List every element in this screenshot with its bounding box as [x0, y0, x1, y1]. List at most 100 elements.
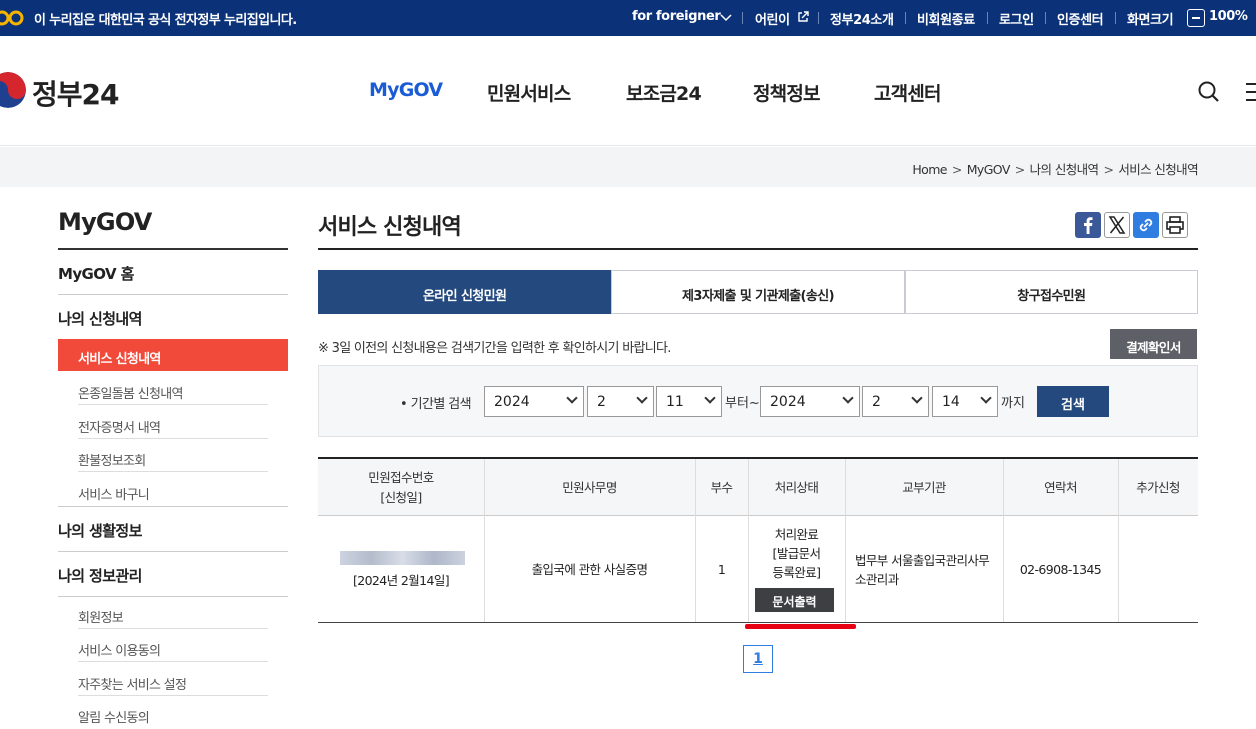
sidebar-item-favorite-services[interactable]: 자주찾는 서비스 설정: [58, 663, 288, 696]
sidebar-item-member-info[interactable]: 회원정보: [58, 596, 288, 629]
sidebar-item-my-info-management[interactable]: 나의 정보관리: [58, 565, 142, 586]
sidebar-item-label: 환불정보조회: [78, 454, 146, 469]
breadcrumb-current: 서비스 신청내역: [1118, 162, 1198, 177]
copy-link-button[interactable]: [1133, 212, 1159, 238]
copies-cell: 1: [717, 562, 726, 577]
from-month-select[interactable]: 2: [587, 386, 654, 417]
highlight-underline: [745, 624, 856, 629]
chevron-down-icon: [911, 392, 923, 404]
cert-center-link[interactable]: 인증센터: [1057, 9, 1104, 28]
external-link-icon: [798, 11, 809, 22]
login-link[interactable]: 로그인: [999, 9, 1034, 28]
payment-confirmation-button[interactable]: 결제확인서: [1110, 329, 1197, 359]
print-page-button[interactable]: [1162, 212, 1188, 238]
nav-mygov[interactable]: MyGOV: [369, 79, 443, 101]
zoom-out-button[interactable]: [1187, 9, 1205, 27]
search-button[interactable]: 검색: [1037, 386, 1109, 417]
select-value: 2024: [494, 394, 530, 410]
breadcrumb-my-applications[interactable]: 나의 신청내역: [1030, 162, 1099, 177]
tab-counter-applications[interactable]: 창구접수민원: [904, 270, 1198, 314]
sidebar-item-service-basket[interactable]: 서비스 바구니: [58, 473, 288, 506]
egov-logo-icon: [0, 10, 24, 26]
menu-icon[interactable]: [1244, 81, 1256, 103]
chevron-down-icon: [566, 392, 578, 404]
column-header-copies: 부수: [710, 479, 733, 495]
about-gov24-link[interactable]: 정부24소개: [830, 9, 894, 28]
chevron-down-icon: [720, 14, 732, 22]
pagination-page-1[interactable]: 1: [743, 645, 773, 673]
receipt-date: [2024년 2월14일]: [352, 573, 450, 588]
facebook-icon: [1084, 217, 1093, 234]
select-value: 2024: [770, 394, 806, 410]
x-share-button[interactable]: [1104, 212, 1130, 238]
sidebar-item-label: 회원정보: [78, 611, 124, 626]
to-month-select[interactable]: 2: [862, 386, 929, 417]
from-label: 부터~: [725, 396, 760, 411]
column-header-issuing-agency: 교부기관: [902, 479, 946, 495]
column-header-additional: 추가신청: [1136, 479, 1180, 495]
from-year-select[interactable]: 2024: [484, 386, 584, 417]
breadcrumb-mygov[interactable]: MyGOV: [967, 162, 1011, 177]
nav-civil-service[interactable]: 민원서비스: [487, 79, 571, 106]
sidebar-item-label: 자주찾는 서비스 설정: [78, 678, 187, 693]
sidebar-item-label: 서비스 이용동의: [78, 644, 161, 659]
document-print-button[interactable]: 문서출력: [755, 588, 834, 612]
sidebar-item-mygov-home[interactable]: MyGOV 홈: [58, 263, 134, 284]
sidebar-item-notification-consent[interactable]: 알림 수신동의: [58, 696, 288, 729]
link-icon: [1139, 218, 1153, 232]
for-foreigner-link[interactable]: for foreigner: [632, 9, 721, 24]
select-value: 2: [597, 394, 606, 410]
chevron-down-icon: [980, 392, 992, 404]
sidebar-item-allday-care[interactable]: 온종일돌봄 신청내역: [58, 372, 288, 405]
nav-subsidy24[interactable]: 보조금24: [626, 79, 702, 106]
to-label: 까지: [1001, 396, 1025, 411]
x-logo-icon: [1108, 216, 1126, 234]
column-header-status: 처리상태: [774, 479, 819, 495]
chevron-down-icon: [636, 392, 648, 404]
tab-online-applications[interactable]: 온라인 신청민원: [318, 270, 612, 314]
column-header-receipt-number: 민원접수번호 [신청일]: [368, 469, 434, 505]
sidebar-item-service-consent[interactable]: 서비스 이용동의: [58, 629, 288, 662]
guest-logout-link[interactable]: 비회원종료: [917, 9, 975, 28]
brand-logo-text[interactable]: 정부24: [32, 73, 119, 113]
receipt-number-redacted: [340, 551, 465, 565]
sidebar-item-service-applications[interactable]: 서비스 신청내역: [58, 339, 288, 371]
divider: [58, 294, 288, 295]
sidebar-item-label: 서비스 바구니: [78, 488, 150, 503]
sidebar-title: MyGOV: [58, 208, 152, 236]
sidebar-item-label: 서비스 신청내역: [78, 352, 161, 367]
zoom-level: 100%: [1209, 9, 1248, 24]
sidebar-item-e-certificate[interactable]: 전자증명서 내역: [58, 406, 288, 439]
screen-size-label: 화면크기: [1127, 13, 1174, 28]
search-icon[interactable]: [1197, 80, 1221, 104]
agency-cell: 법무부 서울출입국관리사무소관리과: [855, 552, 990, 587]
chevron-down-icon: [842, 392, 854, 404]
sidebar-item-label: 전자증명서 내역: [78, 421, 161, 436]
sidebar-item-my-life-info[interactable]: 나의 생활정보: [58, 520, 142, 541]
kids-link[interactable]: 어린이: [755, 9, 790, 28]
service-name-cell: 출입국에 관한 사실증명: [531, 562, 648, 577]
nav-customer-center[interactable]: 고객센터: [874, 79, 942, 106]
search-period-notice: ※ 3일 이전의 신청내용은 검색기간을 입력한 후 확인하시기 바랍니다.: [318, 341, 671, 356]
facebook-share-button[interactable]: [1075, 212, 1101, 238]
divider: [58, 248, 288, 250]
from-day-select[interactable]: 11: [656, 386, 722, 417]
divider: [58, 551, 288, 552]
application-tabs: 온라인 신청민원 제3자제출 및 기관제출(송신) 창구접수민원: [318, 270, 1198, 314]
select-value: 2: [872, 394, 881, 410]
breadcrumb-bar: Home > MyGOV > 나의 신청내역 > 서비스 신청내역: [0, 147, 1256, 187]
sidebar-item-my-applications[interactable]: 나의 신청내역: [58, 308, 142, 329]
printer-icon: [1166, 216, 1184, 234]
select-value: 11: [666, 394, 684, 410]
page-title: 서비스 신청내역: [318, 215, 462, 240]
breadcrumb-home[interactable]: Home: [912, 162, 947, 177]
nav-policy-info[interactable]: 정책정보: [753, 79, 821, 106]
tab-third-party-submission[interactable]: 제3자제출 및 기관제출(송신): [611, 270, 905, 314]
sidebar-item-refund-info[interactable]: 환불정보조회: [58, 439, 288, 472]
divider: [58, 506, 288, 507]
sidebar-item-label: 알림 수신동의: [78, 711, 150, 726]
to-year-select[interactable]: 2024: [760, 386, 860, 417]
to-day-select[interactable]: 14: [932, 386, 998, 417]
select-value: 14: [942, 394, 960, 410]
breadcrumb: Home > MyGOV > 나의 신청내역 > 서비스 신청내역: [912, 162, 1198, 177]
